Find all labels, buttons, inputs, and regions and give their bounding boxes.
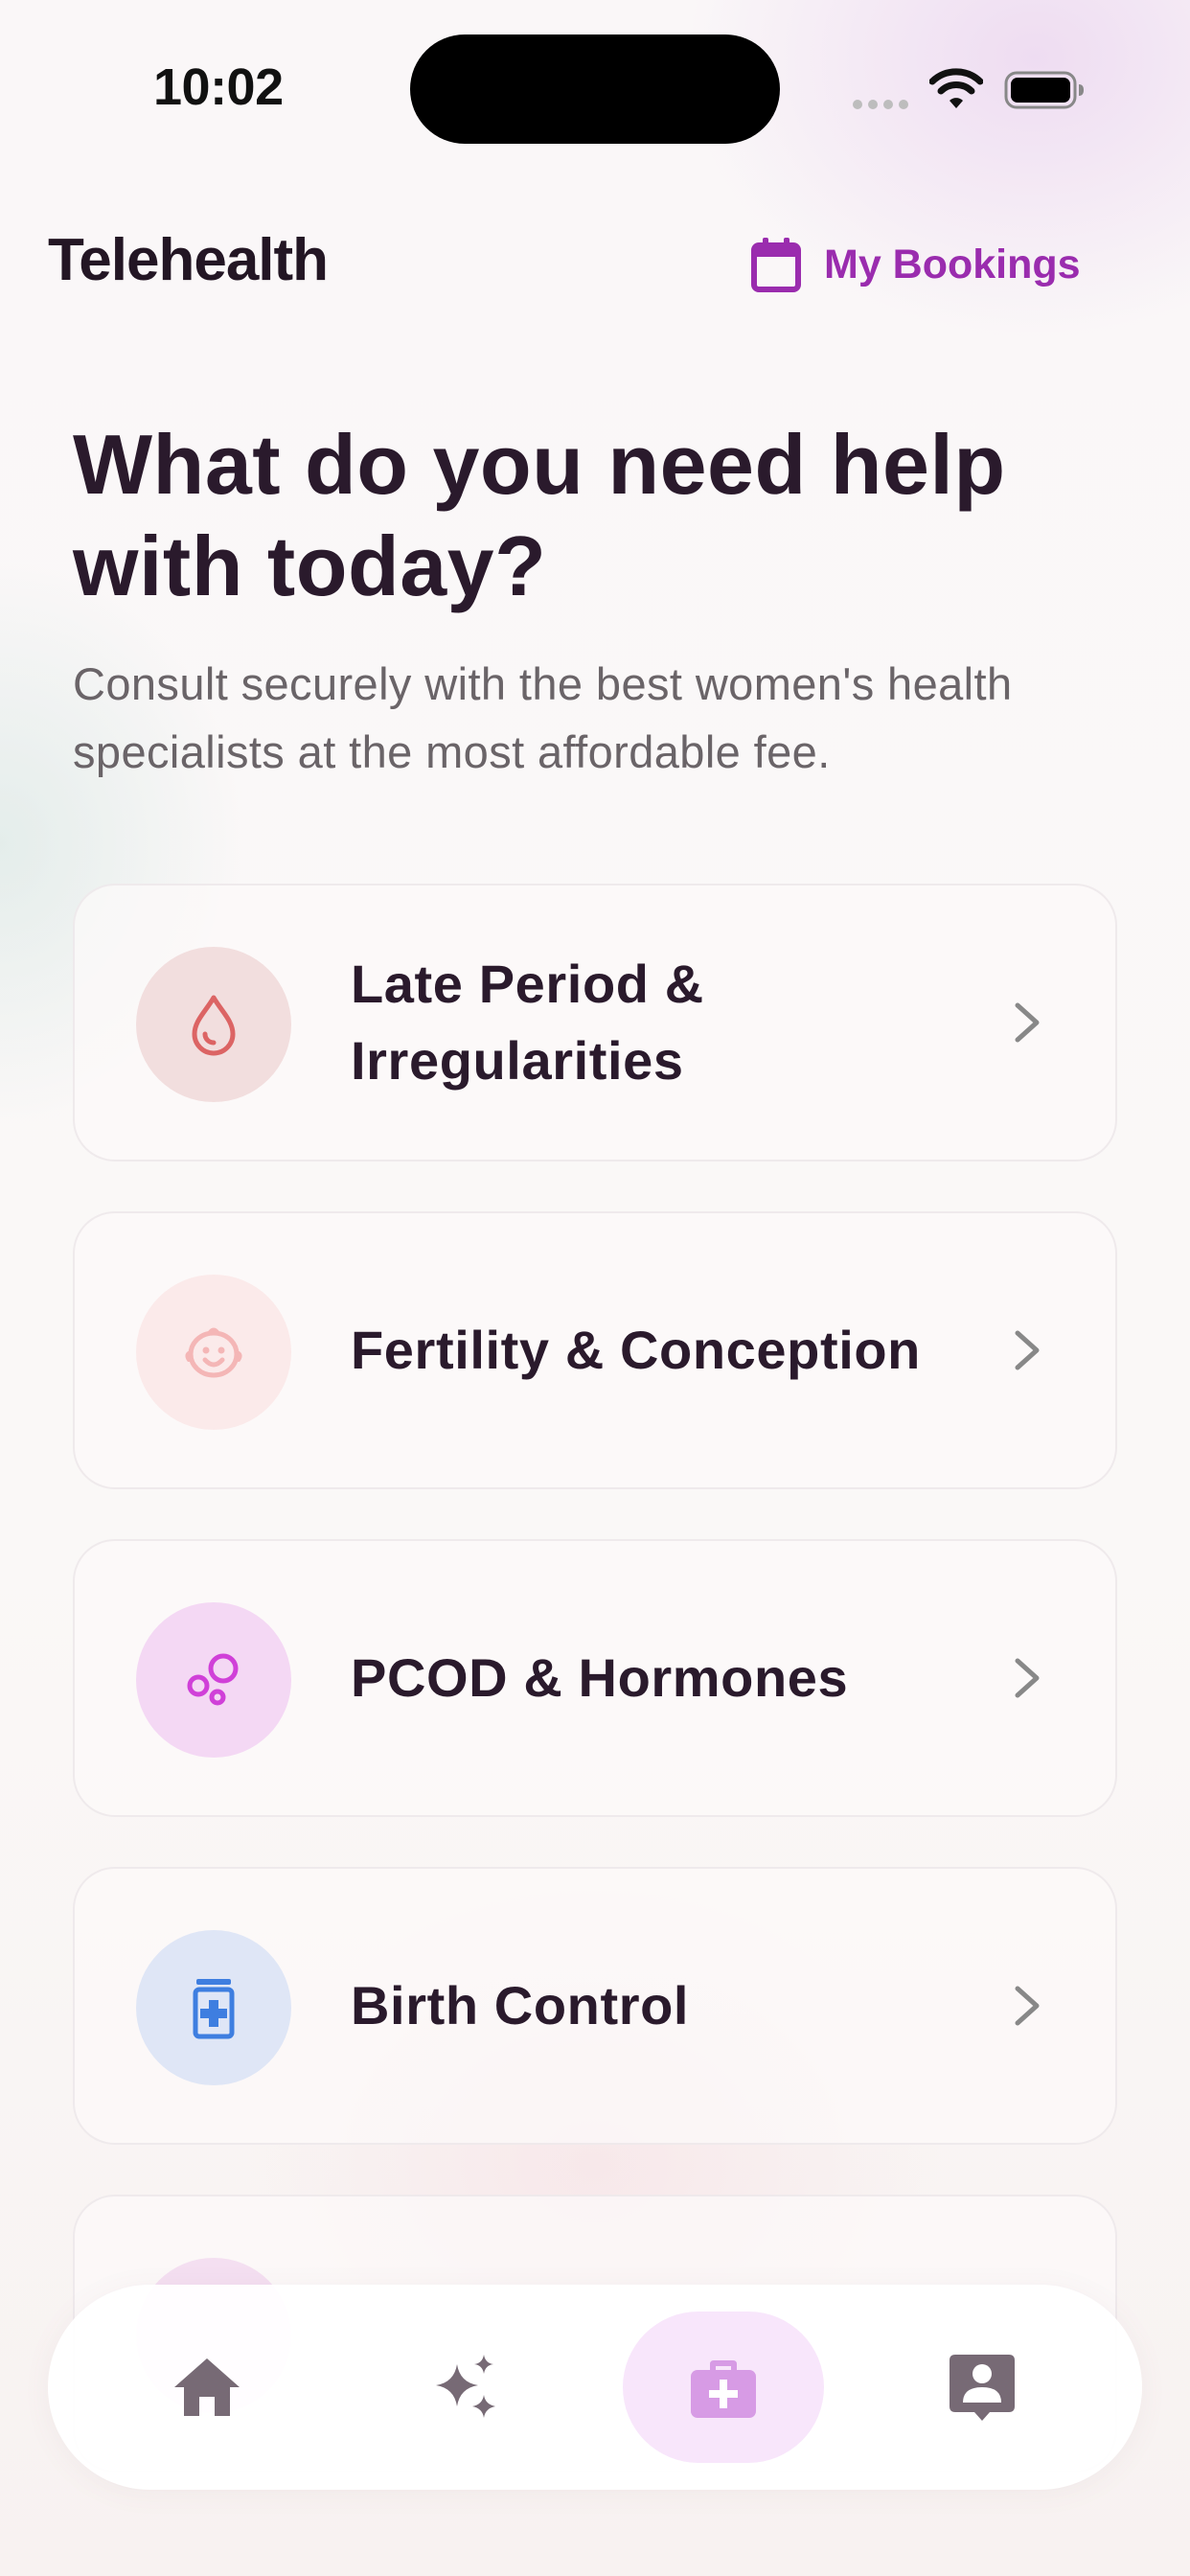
chevron-right-icon <box>1015 1002 1040 1043</box>
my-bookings-label: My Bookings <box>824 241 1081 288</box>
category-label: Fertility & Conception <box>351 1320 921 1380</box>
category-icon-circle <box>136 1275 291 1430</box>
bottom-nav <box>48 2285 1142 2490</box>
category-card-pcod[interactable]: PCOD & Hormones <box>73 1539 1117 1817</box>
calendar-icon <box>751 238 801 292</box>
category-label: Birth Control <box>351 1975 690 2036</box>
status-time: 10:02 <box>153 58 284 116</box>
battery-icon <box>1004 71 1084 109</box>
category-card-birth-control[interactable]: Birth Control <box>73 1867 1117 2145</box>
medicine-bottle-icon <box>193 1979 235 2039</box>
medical-kit-icon <box>691 2360 756 2418</box>
category-label: PCOD & Hormones <box>351 1647 849 1708</box>
category-icon-circle <box>136 947 291 1102</box>
bubbles-icon <box>187 1653 239 1706</box>
category-card-fertility[interactable]: Fertility & Conception <box>73 1211 1117 1489</box>
nav-profile-button[interactable] <box>881 2312 1083 2463</box>
nav-sparkles-button[interactable] <box>366 2312 567 2463</box>
cellular-signal-icon <box>853 100 912 111</box>
wifi-icon <box>929 68 983 108</box>
chevron-right-icon <box>1015 1658 1040 1698</box>
sparkles-icon <box>436 2355 495 2418</box>
my-bookings-button[interactable]: My Bookings <box>749 234 1081 295</box>
drop-icon <box>192 995 236 1056</box>
category-label: Late Period & Irregularities <box>351 954 704 1091</box>
page-heading: What do you need help with today? <box>73 417 1006 613</box>
nav-home-button[interactable] <box>106 2312 308 2463</box>
category-icon-circle <box>136 1930 291 2085</box>
category-icon-circle <box>136 1602 291 1758</box>
chevron-right-icon <box>1015 1986 1040 2026</box>
home-icon <box>174 2358 240 2416</box>
app-title: Telehealth <box>48 227 329 293</box>
baby-face-icon <box>185 1327 242 1378</box>
profile-icon <box>950 2355 1015 2421</box>
page-subtitle: Consult securely with the best women's h… <box>73 658 1013 777</box>
nav-telehealth-button[interactable] <box>623 2312 824 2463</box>
category-card-late-period[interactable]: Late Period & Irregularities <box>73 884 1117 1162</box>
dynamic-island <box>410 34 780 144</box>
chevron-right-icon <box>1015 1330 1040 1370</box>
status-bar: 10:02 <box>0 0 1190 182</box>
